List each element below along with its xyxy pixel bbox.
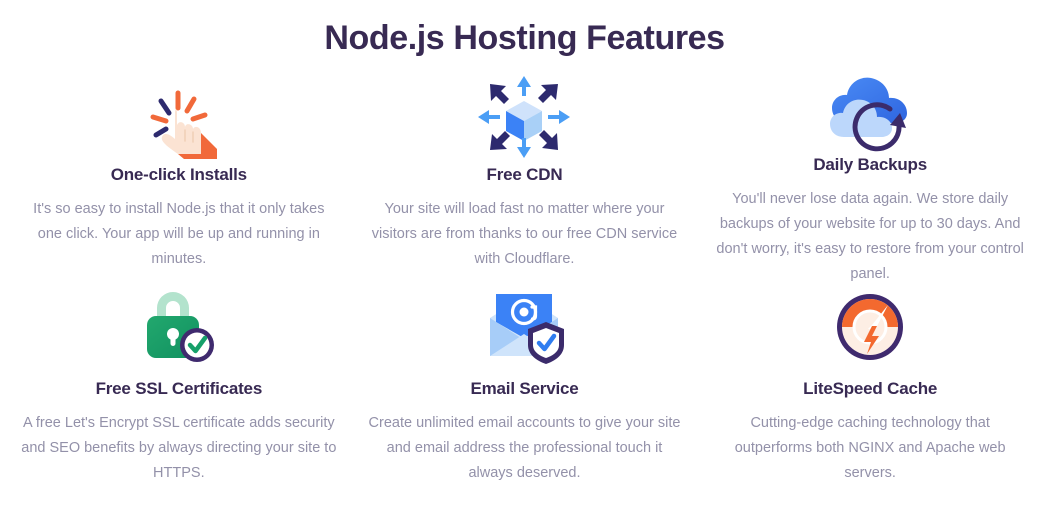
feature-title: Daily Backups <box>813 155 927 174</box>
email-shield-icon <box>366 281 684 373</box>
feature-title: Free SSL Certificates <box>95 379 263 398</box>
cdn-cube-arrows-icon <box>366 71 684 163</box>
feature-card-free-cdn: Free CDN Your site will load fast no mat… <box>352 71 698 281</box>
feature-card-daily-backups: Daily Backups You'll never lose data aga… <box>697 71 1043 282</box>
feature-title: Free CDN <box>486 165 563 184</box>
cloud-backup-icon <box>711 71 1029 153</box>
feature-description: Create unlimited email accounts to give … <box>368 415 681 481</box>
feature-description: You'll never lose data again. We store d… <box>716 191 1024 282</box>
feature-card-email-service: Email Service Create unlimited email acc… <box>352 281 698 491</box>
features-page: Node.js Hosting Features One-click Insta… <box>0 0 1049 523</box>
click-hand-icon <box>20 71 338 163</box>
feature-description: A free Let's Encrypt SSL certificate add… <box>21 415 337 481</box>
feature-title: LiteSpeed Cache <box>803 379 938 398</box>
feature-card-litespeed-cache: LiteSpeed Cache Cutting-edge caching tec… <box>697 281 1043 491</box>
feature-description: It's so easy to install Node.js that it … <box>33 201 325 267</box>
feature-card-one-click-installs: One-click Installs It's so easy to insta… <box>6 71 352 281</box>
feature-description: Cutting-edge caching technology that out… <box>734 415 1006 481</box>
feature-title: One-click Installs <box>110 165 247 184</box>
padlock-check-icon <box>20 281 338 373</box>
feature-title: Email Service <box>470 379 579 398</box>
feature-description: Your site will load fast no matter where… <box>371 201 678 267</box>
features-grid: One-click Installs It's so easy to insta… <box>0 58 1049 491</box>
page-title: Node.js Hosting Features <box>324 19 725 57</box>
feature-card-free-ssl-certificates: Free SSL Certificates A free Let's Encry… <box>6 281 352 491</box>
speedometer-bolt-icon <box>711 281 1029 373</box>
